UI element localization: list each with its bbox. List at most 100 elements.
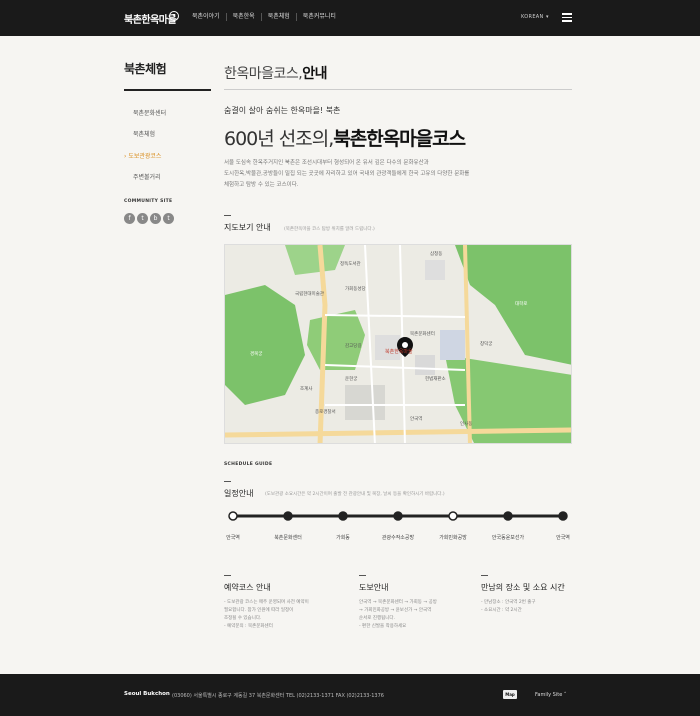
sidebar-item-nearby[interactable]: 주변볼거리: [133, 172, 161, 181]
language-selector[interactable]: KOREAN: [521, 14, 544, 20]
headline-bold: 북촌한옥마을코스: [333, 128, 466, 150]
info-title: 도보안내: [359, 583, 389, 592]
blog-icon[interactable]: b: [150, 213, 161, 224]
timeline-stop-label: 가회민화공방: [439, 535, 467, 541]
description-line: 체험하고 탐방 수 있는 코스이다.: [224, 182, 299, 188]
nav-item-hanok[interactable]: 북촌한옥: [225, 13, 261, 21]
nav-item-experience[interactable]: 북촌체험: [260, 13, 296, 21]
info-reservation: 예약코스 안내 - 도보관광 코스는 매주 운영되며 사전 예약이 필요합니다.…: [224, 575, 334, 631]
map-section-title: 지도보기 안내: [224, 223, 271, 232]
timeline-stop-label: 안국동윤보선가: [491, 535, 525, 541]
section-dash: [359, 575, 366, 576]
map-label: 인사동: [460, 420, 472, 427]
hamburger-menu-icon[interactable]: [562, 13, 572, 22]
section-dash: [224, 575, 231, 576]
chevron-down-icon: ▾: [546, 14, 549, 20]
schedule-section-note: (도보관광 소요시간은 약 2시간이며 출발 전 관광안내 및 복장, 날씨 등…: [265, 492, 445, 497]
info-line: - 예약문의 : 북촌문화센터: [224, 624, 273, 629]
sidebar-item-label: 도보관광코스: [128, 153, 162, 160]
info-line: - 도보관광 코스는 매주 운영되며 사전 예약이: [224, 600, 309, 605]
map-label: 삼청동: [430, 250, 442, 257]
description-line: 도시한옥,박물관,공방들이 밀집 되는 곳곳에 자리하고 있어 국내외 관광객들…: [224, 171, 470, 177]
info-line: → 가회민화공방 → 윤보선가 → 안국역: [359, 608, 432, 613]
facebook-icon[interactable]: f: [124, 213, 135, 224]
sidebar-item-walking-course[interactable]: › 도보관광코스: [124, 151, 161, 160]
building-block: [415, 355, 435, 375]
schedule-section-title: 일정안내: [224, 489, 254, 498]
logo-circle-icon: ▾: [169, 11, 179, 21]
global-footer: Seoul Bukchon (03060) 서울특별시 종로구 계동길 37 북…: [0, 674, 700, 716]
map-label: 북촌한옥마을: [385, 348, 413, 355]
page-title-light: 한옥마을코스,: [224, 66, 303, 82]
map-label: 조계사: [300, 385, 313, 392]
course-map[interactable]: 북촌한옥마을 정독도서관 가회동성당 국립현대미술관 헌법재판소 안국역 창덕궁…: [224, 244, 572, 444]
footer-brand: Seoul Bukchon: [124, 691, 170, 697]
info-text: - 만남장소 : 안국역 2번 출구 - 소요시간 : 약 2시간: [481, 599, 591, 615]
info-text: - 도보관광 코스는 매주 운영되며 사전 예약이 필요합니다. 참가 인원에 …: [224, 599, 334, 631]
page-title-bold: 안내: [302, 66, 327, 82]
map-label: 창덕궁: [480, 340, 492, 347]
building-block: [345, 385, 385, 420]
sidebar-item-experience[interactable]: 북촌체험: [133, 129, 155, 138]
map-label: 운현궁: [345, 375, 357, 382]
timeline-stop: [393, 511, 403, 521]
section-dash: [224, 481, 231, 482]
info-line: 순서로 진행됩니다.: [359, 616, 395, 621]
info-line: 필요합니다. 참가 인원에 따라 일정이: [224, 608, 294, 613]
park-area: [307, 310, 365, 370]
building-block: [425, 260, 445, 280]
timeline-stop-label: 안국역: [226, 535, 240, 541]
timeline-stop: [338, 511, 348, 521]
twitter-icon[interactable]: t: [137, 213, 148, 224]
building-block: [440, 330, 465, 360]
course-timeline: [228, 511, 568, 521]
map-graphic: 북촌한옥마을 정독도서관 가회동성당 국립현대미술관 헌법재판소 안국역 창덕궁…: [225, 245, 571, 443]
page-title: 한옥마을코스,안내: [224, 63, 327, 83]
timeline-stop-label: 북촌문화센터: [274, 535, 302, 541]
building-block: [375, 335, 400, 360]
park-area: [285, 245, 345, 275]
family-site-selector[interactable]: Family Site ˄: [535, 692, 566, 698]
info-line: - 만남장소 : 안국역 2번 출구: [481, 600, 536, 605]
park-area: [455, 245, 571, 365]
sidebar-item-culture-center[interactable]: 북촌문화센터: [133, 108, 166, 117]
sidebar-title: 북촌체험: [124, 62, 167, 76]
global-nav: 북촌이야기 북촌한옥 북촌체험 북촌커뮤니티: [186, 13, 342, 21]
timeline-stop-label: 관광수작소공방: [381, 535, 415, 541]
tumblr-icon[interactable]: t: [163, 213, 174, 224]
map-label: 안국역: [410, 415, 422, 422]
info-meeting: 만남의 장소 및 소요 시간 - 만남장소 : 안국역 2번 출구 - 소요시간…: [481, 575, 591, 615]
timeline-stop: [283, 511, 293, 521]
info-line: 조정될 수 있습니다.: [224, 616, 262, 621]
info-line: 안국역 → 북촌문화센터 → 가회동 → 공방: [359, 600, 437, 605]
info-line: - 편한 신발을 착용하세요: [359, 624, 407, 629]
map-label: 국립현대미술관: [295, 290, 324, 297]
map-label: 북촌문화센터: [410, 330, 435, 337]
headline: 600년 선조의,북촌한옥마을코스: [224, 124, 466, 151]
timeline-stop: [448, 511, 458, 521]
map-label: 종로경찰서: [315, 408, 336, 415]
park-area: [225, 285, 305, 405]
nav-item-story[interactable]: 북촌이야기: [186, 13, 226, 21]
schedule-guide-label: SCHEDULE GUIDE: [224, 462, 273, 467]
info-walking: 도보안내 안국역 → 북촌문화센터 → 가회동 → 공방 → 가회민화공방 → …: [359, 575, 469, 631]
headline-light: 600년 선조의,: [224, 128, 334, 150]
map-label: 경복궁: [250, 350, 262, 357]
timeline-stop-label: 안국역: [556, 535, 570, 541]
info-title: 만남의 장소 및 소요 시간: [481, 583, 565, 592]
map-label: 대학로: [515, 300, 527, 307]
map-label: 가회동성당: [345, 285, 366, 292]
timeline-stop: [228, 511, 238, 521]
family-site-label: Family Site: [535, 692, 563, 698]
info-title: 예약코스 안내: [224, 583, 271, 592]
global-header: 북촌한옥마을 ▾ 북촌이야기 북촌한옥 북촌체험 북촌커뮤니티 KOREAN ▾: [0, 0, 700, 36]
map-pin-center: [402, 342, 408, 348]
nav-item-community[interactable]: 북촌커뮤니티: [295, 13, 342, 21]
sidebar-divider: [124, 89, 211, 91]
footer-map-badge[interactable]: Map: [503, 690, 517, 699]
footer-info: (03060) 서울특별시 종로구 계동길 37 북촌문화센터 TEL (02)…: [172, 693, 384, 699]
community-site-label: COMMUNITY SITE: [124, 199, 173, 204]
map-label: 감고당길: [345, 342, 362, 349]
title-divider: [224, 89, 572, 90]
lead-text: 숨결이 살아 숨쉬는 한옥마을! 북촌: [224, 106, 341, 115]
